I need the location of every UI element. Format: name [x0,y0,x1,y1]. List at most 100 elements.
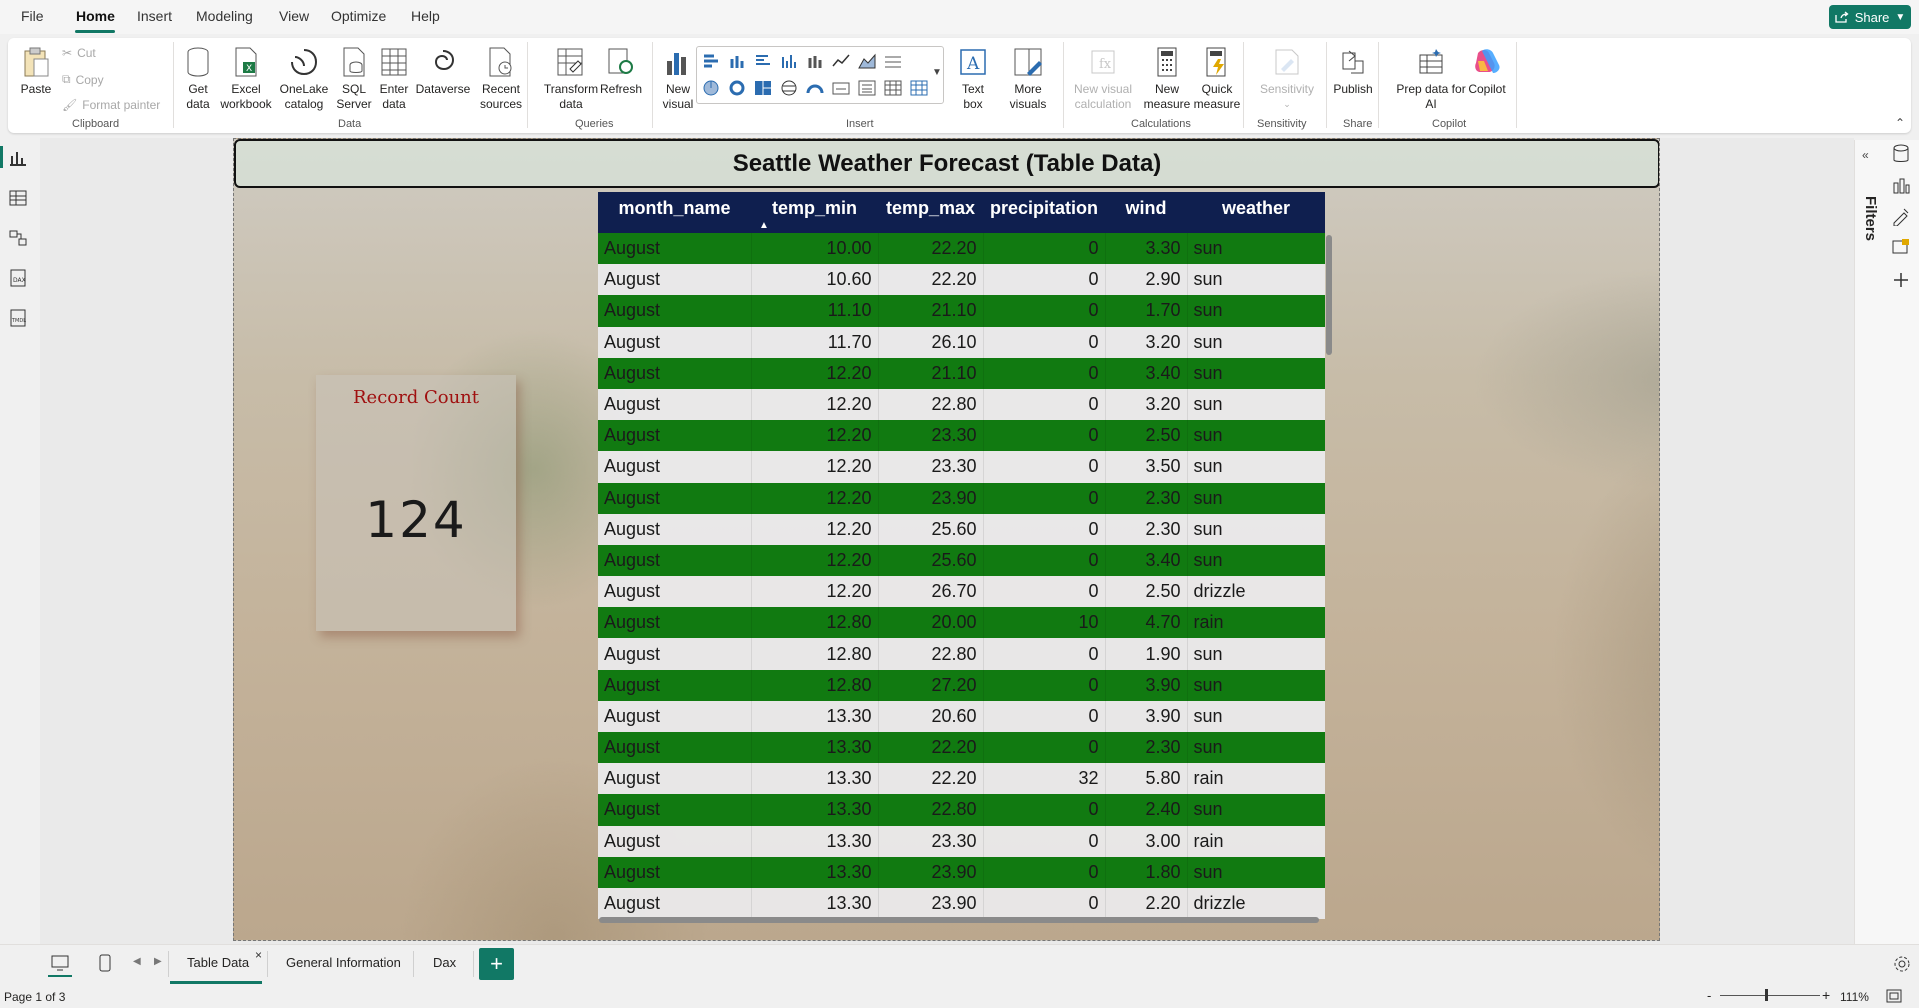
donut-chart-icon[interactable] [728,80,746,96]
ribbon-chart-icon[interactable] [884,53,902,69]
sensitivity-button[interactable]: Sensitivity ⌄ [1254,46,1320,112]
column-chart-icon[interactable] [728,53,746,69]
column-header-month-name[interactable]: month_name [598,192,751,233]
excel-workbook-button[interactable]: X Excel workbook [218,46,274,112]
stacked-column-icon[interactable] [806,53,824,69]
paste-button[interactable]: Paste [18,46,54,97]
column-header-wind[interactable]: wind [1105,192,1187,233]
table-row[interactable]: August 12.20 23.90 0 2.30 sun [598,482,1325,514]
desktop-layout-icon[interactable] [51,955,69,971]
matrix-icon[interactable] [910,80,928,96]
table-row[interactable]: August 12.20 25.60 0 2.30 sun [598,513,1325,545]
column-header-weather[interactable]: weather [1187,192,1325,233]
dataverse-button[interactable]: Dataverse [412,46,474,97]
gallery-expand-icon[interactable]: ▼ [932,67,942,78]
stacked-bar-icon[interactable] [702,53,720,69]
menu-home[interactable]: Home [76,8,115,24]
table-row[interactable]: August 13.30 22.20 32 5.80 rain [598,763,1325,795]
record-count-card[interactable]: Record Count 124 [316,375,516,631]
table-row[interactable]: August 13.30 23.30 0 3.00 rain [598,825,1325,857]
format-pane-icon[interactable] [1891,206,1911,226]
collapse-ribbon-icon[interactable]: ⌃ [1895,116,1905,130]
weather-table-visual[interactable]: month_name temp_min ▲ temp_max precipitat… [598,192,1325,932]
table-row[interactable]: August 12.20 23.30 0 2.50 sun [598,420,1325,452]
model-view-icon[interactable] [8,228,30,248]
zoom-slider-thumb[interactable] [1765,989,1768,1001]
table-row[interactable]: August 13.30 20.60 0 3.90 sun [598,700,1325,732]
zoom-out-button[interactable]: - [1707,988,1711,1003]
table-row[interactable]: August 11.10 21.10 0 1.70 sun [598,295,1325,327]
add-pane-icon[interactable] [1891,270,1911,290]
table-row[interactable]: August 12.20 26.70 0 2.50 drizzle [598,576,1325,608]
zoom-in-button[interactable]: + [1822,987,1830,1003]
card-icon[interactable] [832,80,850,96]
table-visual-icon[interactable] [884,80,902,96]
line-chart-icon[interactable] [832,53,850,69]
close-tab-icon[interactable]: × [255,948,262,962]
onelake-catalog-button[interactable]: OneLake catalog [276,46,332,112]
clustered-column-icon[interactable] [780,53,798,69]
bookmarks-pane-icon[interactable] [1891,237,1911,257]
collapse-filters-icon[interactable]: « [1862,148,1869,162]
text-box-button[interactable]: A Text box [955,46,991,112]
column-header-temp-max[interactable]: temp_max [878,192,983,233]
map-icon[interactable] [780,80,798,96]
report-view-icon[interactable] [8,148,30,168]
format-painter-button[interactable]: 🖌 Format painter [62,98,160,112]
multi-row-card-icon[interactable] [858,80,876,96]
table-view-icon[interactable] [8,188,30,208]
sql-server-button[interactable]: SQL Server [334,46,374,112]
next-page-icon[interactable]: ▶ [154,956,162,967]
get-data-button[interactable]: Get data [178,46,218,112]
new-visual-calculation-button[interactable]: fx New visual calculation [1063,46,1143,112]
refresh-button[interactable]: Refresh [598,46,644,97]
mobile-layout-icon[interactable] [99,954,111,972]
share-button[interactable]: Share ▼ [1829,5,1911,29]
gauge-icon[interactable] [806,80,824,96]
clustered-bar-icon[interactable] [754,53,772,69]
table-row[interactable]: August 12.80 27.20 0 3.90 sun [598,669,1325,701]
dax-query-view-icon[interactable]: DAX [8,268,30,288]
visualizations-pane-icon[interactable] [1891,175,1911,195]
settings-gear-icon[interactable] [1893,955,1911,973]
table-row[interactable]: August 10.00 22.20 0 3.30 sun [598,233,1325,265]
area-chart-icon[interactable] [858,53,876,69]
new-visual-button[interactable]: New visual [658,46,698,112]
table-row[interactable]: August 12.80 22.80 0 1.90 sun [598,638,1325,670]
table-row[interactable]: August 13.30 23.90 0 1.80 sun [598,856,1325,888]
treemap-icon[interactable] [754,80,772,96]
column-header-precipitation[interactable]: precipitation [983,192,1105,233]
fit-to-page-icon[interactable] [1886,989,1902,1003]
column-header-temp-min[interactable]: temp_min ▲ [751,192,878,233]
table-row[interactable]: August 11.70 26.10 0 3.20 sun [598,326,1325,358]
table-row[interactable]: August 13.30 22.20 0 2.30 sun [598,732,1325,764]
quick-measure-button[interactable]: Quick measure [1192,46,1242,112]
new-measure-button[interactable]: New measure [1142,46,1192,112]
copy-button[interactable]: ⧉ Copy [62,72,104,87]
menu-file[interactable]: File [21,8,44,24]
table-row[interactable]: August 12.20 21.10 0 3.40 sun [598,357,1325,389]
zoom-slider[interactable] [1720,995,1820,996]
table-row[interactable]: August 13.30 23.90 0 2.20 drizzle [598,887,1325,920]
publish-button[interactable]: Publish [1328,46,1378,97]
cut-button[interactable]: ✂ Cut [62,46,96,60]
menu-insert[interactable]: Insert [137,8,172,24]
tab-table-data[interactable]: Table Data [187,955,249,970]
menu-optimize[interactable]: Optimize [331,8,386,24]
enter-data-button[interactable]: Enter data [374,46,414,112]
table-row[interactable]: August 13.30 22.80 0 2.40 sun [598,794,1325,826]
zoom-level[interactable]: 111% [1840,990,1869,1004]
recent-sources-button[interactable]: Recent sources [474,46,528,112]
data-pane-icon[interactable] [1891,144,1911,164]
filters-pane-label[interactable]: Filters [1862,196,1879,241]
table-horizontal-scrollbar[interactable] [599,917,1319,923]
tab-dax[interactable]: Dax [433,955,456,970]
menu-help[interactable]: Help [411,8,440,24]
table-row[interactable]: August 12.20 23.30 0 3.50 sun [598,451,1325,483]
tab-general-information[interactable]: General Information [286,955,401,970]
transform-data-button[interactable]: Transform data [540,46,602,112]
copilot-button[interactable]: Copilot [1460,46,1514,97]
tmdl-view-icon[interactable]: TMDL [8,308,30,328]
menu-view[interactable]: View [279,8,309,24]
table-row[interactable]: August 10.60 22.20 0 2.90 sun [598,264,1325,296]
